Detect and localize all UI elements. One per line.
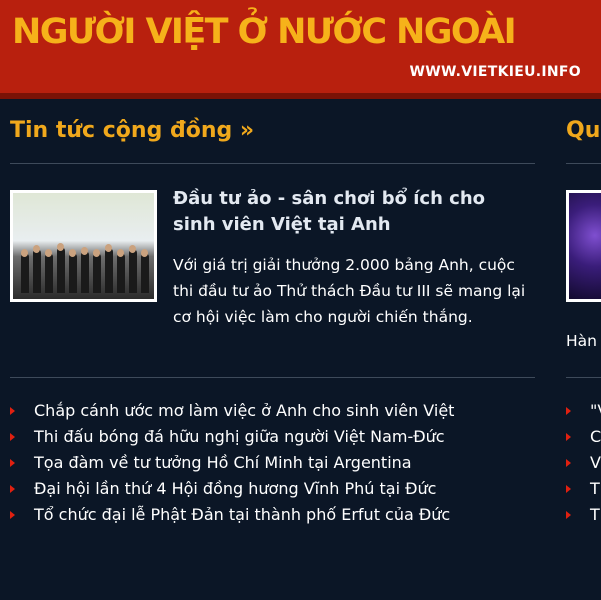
section-divider [10,377,535,378]
right-article-image[interactable] [566,190,601,302]
list-item[interactable]: Tổ chức đại lễ Phật Đản tại thành phố Er… [10,502,540,528]
featured-article-summary: Với giá trị giải thưởng 2.000 bảng Anh, … [10,252,530,330]
list-item[interactable]: Chắp cánh ước mơ làm việc ở Anh cho sinh… [10,398,540,424]
list-item[interactable]: T [566,502,601,528]
section-title-community-news[interactable]: Tin tức cộng đồng » [10,118,254,143]
list-item[interactable]: Thi đấu bóng đá hữu nghị giữa người Việt… [10,424,540,450]
list-item[interactable]: C [566,424,601,450]
right-news-list: "V C V T T [566,398,601,528]
list-item[interactable]: "V [566,398,601,424]
section-divider [566,377,601,378]
section-divider [566,163,601,164]
bullet-arrow-icon [10,433,15,441]
concert-photo-icon [569,193,601,299]
featured-article-summary-text: Với giá trị giải thưởng 2.000 bảng Anh, … [173,256,526,326]
list-item[interactable]: Tọa đàm về tư tưởng Hồ Chí Minh tại Arge… [10,450,540,476]
bullet-arrow-icon [10,459,15,467]
bullet-arrow-icon [566,485,571,493]
bullet-arrow-icon [566,459,571,467]
section-title-right[interactable]: Qu [566,118,600,143]
list-item[interactable]: V [566,450,601,476]
bullet-arrow-icon [566,407,571,415]
bullet-arrow-icon [10,485,15,493]
bullet-arrow-icon [566,511,571,519]
site-title[interactable]: NGƯỜI VIỆT Ở NƯỚC NGOÀI [12,12,517,52]
bullet-arrow-icon [10,511,15,519]
bullet-arrow-icon [10,407,15,415]
site-header: NGƯỜI VIỆT Ở NƯỚC NGOÀI WWW.VIETKIEU.INF… [0,0,601,99]
bullet-arrow-icon [566,433,571,441]
community-news-list: Chắp cánh ước mơ làm việc ở Anh cho sinh… [10,398,540,528]
right-article-summary: Hàn [566,332,597,350]
section-divider [10,163,535,164]
featured-article-title[interactable]: Đầu tư ảo - sân chơi bổ ích cho sinh viê… [173,186,523,238]
site-url[interactable]: WWW.VIETKIEU.INFO [410,64,581,80]
list-item[interactable]: T [566,476,601,502]
list-item[interactable]: Đại hội lần thứ 4 Hội đồng hương Vĩnh Ph… [10,476,540,502]
